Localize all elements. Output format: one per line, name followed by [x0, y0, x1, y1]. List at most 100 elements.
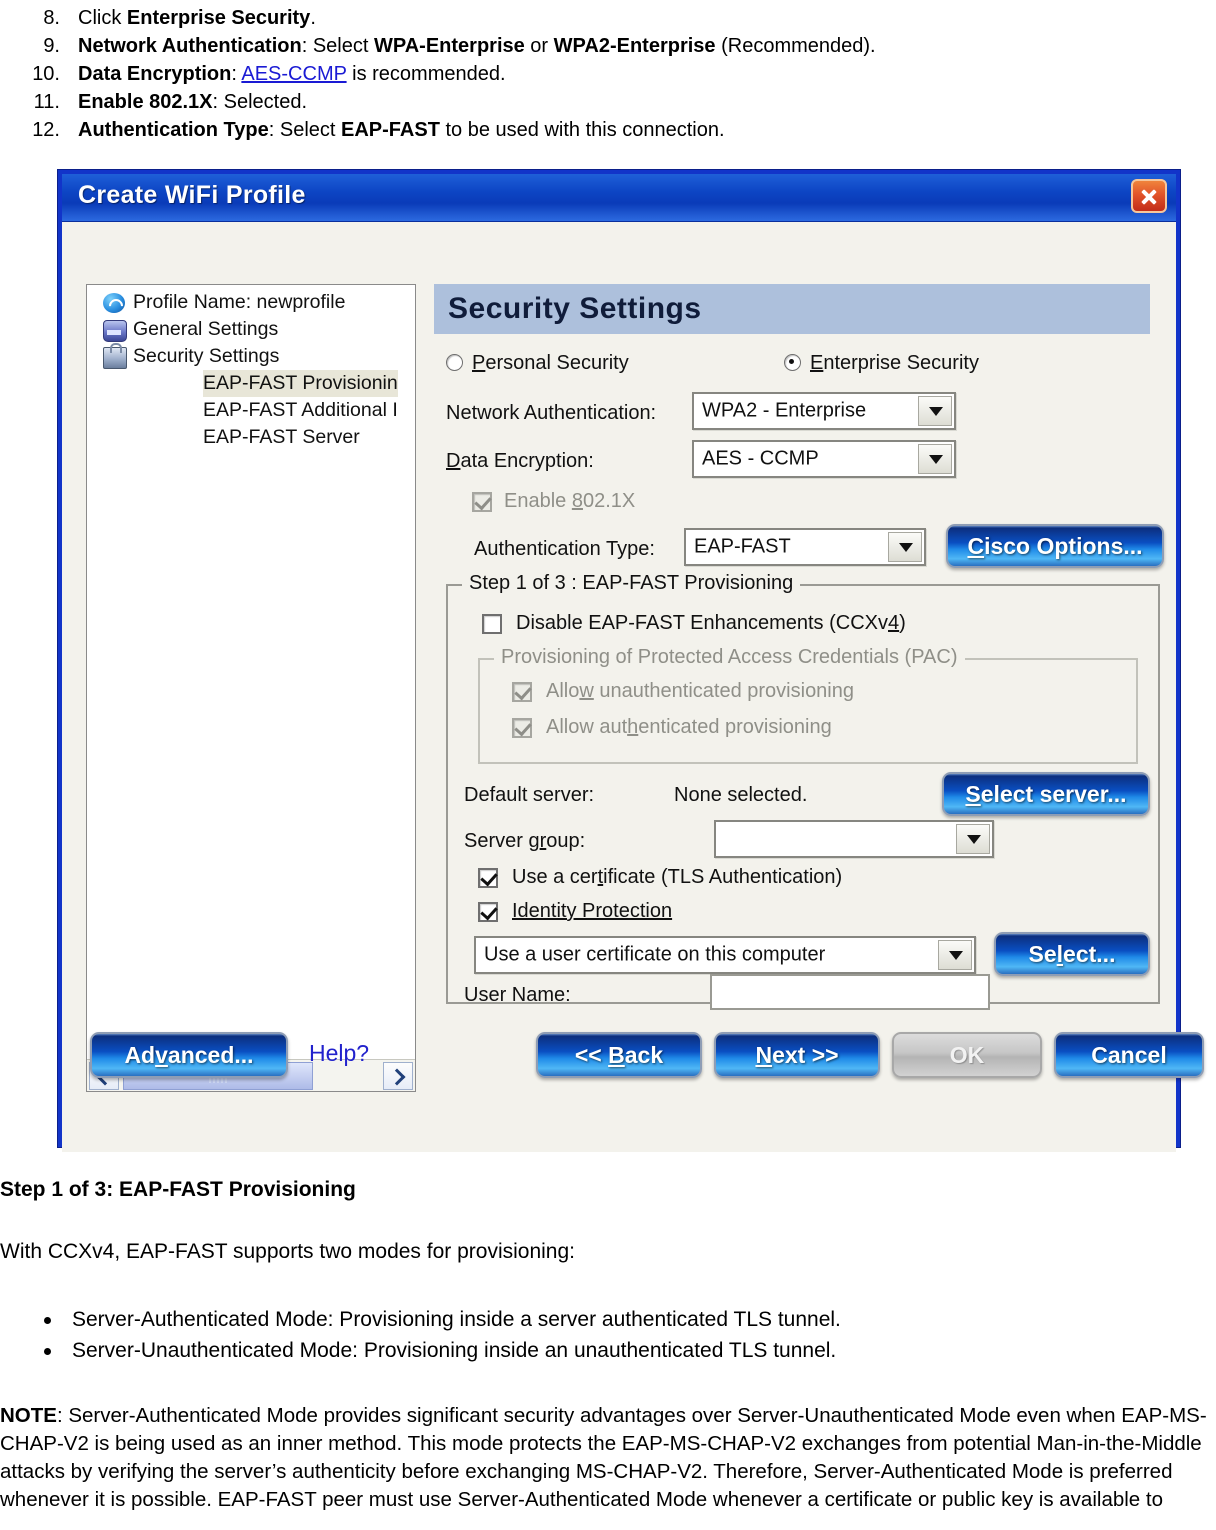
pac-provisioning-title: Provisioning of Protected Access Credent…: [494, 646, 965, 669]
select-server-label: Select server...: [965, 780, 1127, 807]
user-name-input[interactable]: [710, 974, 990, 1010]
instruction-bold-text: WPA2-Enterprise: [553, 35, 716, 57]
server-group-label: Server group:: [464, 830, 586, 852]
radio-indicator: [446, 354, 463, 371]
instruction-number: 10.: [32, 63, 60, 85]
section-heading: Step 1 of 3: EAP-FAST Provisioning: [0, 1178, 356, 1201]
tree-item-label: Security Settings: [133, 345, 280, 367]
chevron-down-icon[interactable]: [938, 940, 972, 970]
instruction-text: Click: [78, 7, 127, 29]
step-provisioning-title: Step 1 of 3 : EAP-FAST Provisioning: [462, 572, 801, 595]
instruction-bold-text: Data Encryption: [78, 63, 232, 85]
cisco-options-label: Cisco Options...: [967, 532, 1143, 559]
help-link[interactable]: Help?: [309, 1040, 369, 1067]
chevron-down-icon[interactable]: [956, 824, 990, 854]
select-server-button[interactable]: Select server...: [942, 772, 1150, 816]
list-item: Server-Authenticated Mode: Provisioning …: [0, 1304, 1216, 1335]
select-certificate-button[interactable]: Select...: [994, 932, 1150, 976]
instruction-text: or: [524, 35, 554, 57]
chevron-down-icon[interactable]: [888, 532, 922, 562]
instruction-bold-text: Enable 802.1X: [78, 91, 213, 113]
radio-indicator: [784, 354, 801, 371]
post-dialog-content: Step 1 of 3: EAP-FAST Provisioning With …: [0, 1178, 1216, 1514]
security-settings-pane: Security Settings Personal Security Ente…: [434, 284, 1164, 1010]
back-button[interactable]: << Back: [536, 1032, 702, 1078]
certificate-source-value: Use a user certificate on this computer: [484, 943, 826, 966]
disable-eap-fast-enhancements-checkbox[interactable]: [482, 614, 502, 634]
next-label: Next >>: [755, 1041, 839, 1068]
tree-item-label: EAP-FAST Additional I: [203, 399, 398, 421]
instruction-text: is recommended.: [346, 63, 506, 85]
default-server-value: None selected.: [674, 784, 808, 806]
tree-item-label: EAP-FAST Server: [203, 426, 360, 448]
step-provisioning-group: Step 1 of 3 : EAP-FAST Provisioning Disa…: [446, 572, 1160, 1010]
dialog-body: Profile Name: newprofile General Settings…: [62, 222, 1204, 1152]
security-mode-group: Personal Security Enterprise Security: [446, 352, 1146, 382]
instruction-bold-text: WPA-Enterprise: [373, 35, 525, 57]
chevron-down-icon[interactable]: [918, 396, 952, 426]
network-authentication-combobox[interactable]: WPA2 - Enterprise: [692, 392, 956, 430]
close-icon[interactable]: [1131, 179, 1167, 213]
radio-personal-security[interactable]: Personal Security: [446, 352, 629, 375]
instruction-text: : Selected.: [212, 91, 308, 113]
instruction-text: .: [310, 7, 316, 29]
chevron-down-icon[interactable]: [918, 444, 952, 474]
tree-item-label: Profile Name: newprofile: [133, 291, 346, 313]
tree-item[interactable]: General Settings: [87, 316, 415, 343]
instruction-bold-text: EAP-FAST: [341, 119, 440, 141]
instruction-text: : Select: [301, 35, 374, 57]
radio-personal-label: ersonal Security: [485, 352, 629, 374]
cisco-options-button[interactable]: Cisco Options...: [946, 524, 1164, 568]
instruction-number: 8.: [43, 7, 60, 29]
default-server-label: Default server:: [464, 784, 595, 806]
instruction-bold-text: Authentication Type: [78, 119, 269, 141]
ok-button: OK: [892, 1032, 1042, 1078]
tree-item[interactable]: EAP-FAST Provisionin: [87, 370, 415, 397]
scroll-right-arrow-icon[interactable]: [383, 1062, 413, 1090]
tree-item[interactable]: Profile Name: newprofile: [87, 289, 415, 316]
allow-unauthenticated-provisioning-checkbox[interactable]: [512, 682, 532, 702]
authentication-type-label: Authentication Type:: [474, 538, 655, 560]
tree-item[interactable]: EAP-FAST Server: [87, 424, 415, 451]
data-encryption-combobox[interactable]: AES - CCMP: [692, 440, 956, 478]
tree-item[interactable]: EAP-FAST Additional I: [87, 397, 415, 424]
advanced-button[interactable]: Advanced...: [90, 1032, 288, 1078]
use-certificate-checkbox[interactable]: [478, 868, 498, 888]
instruction-text: to be used with this connection.: [439, 119, 725, 141]
allow-authenticated-provisioning-checkbox[interactable]: [512, 718, 532, 738]
radio-enterprise-label: nterprise Security: [823, 352, 979, 374]
profile-tree-panel: Profile Name: newprofile General Settings…: [86, 284, 416, 1092]
tree-item[interactable]: Security Settings: [87, 343, 415, 370]
list-item: Server-Unauthenticated Mode: Provisionin…: [0, 1335, 1216, 1366]
page-title: Security Settings: [434, 284, 1150, 334]
next-button[interactable]: Next >>: [714, 1032, 880, 1078]
instruction-number: 12.: [32, 119, 60, 141]
radio-enterprise-security[interactable]: Enterprise Security: [784, 352, 979, 375]
enable-8021x-checkbox[interactable]: [472, 492, 492, 512]
instruction-text: (Recommended).: [715, 35, 876, 57]
data-encryption-label: Data Encryption:: [446, 450, 594, 472]
instruction-item: 10. Data Encryption: AES-CCMP is recommen…: [0, 60, 1216, 88]
data-encryption-value: AES - CCMP: [702, 447, 819, 470]
wifi-icon: [103, 293, 125, 313]
authentication-type-combobox[interactable]: EAP-FAST: [684, 528, 926, 566]
instruction-list: 8. Click Enterprise Security. 9. Network Au…: [0, 4, 1216, 144]
cancel-button[interactable]: Cancel: [1054, 1032, 1204, 1078]
use-certificate-label: Use a certificate (TLS Authentication): [512, 866, 843, 888]
identity-protection-label: Identity Protection: [512, 900, 673, 922]
back-label: << Back: [574, 1041, 664, 1068]
network-authentication-value: WPA2 - Enterprise: [702, 399, 867, 422]
enable-8021x-label: Enable 802.1X: [504, 490, 636, 512]
advanced-label: Advanced...: [124, 1041, 254, 1068]
certificate-source-combobox[interactable]: Use a user certificate on this computer: [474, 936, 976, 974]
pac-provisioning-group: Provisioning of Protected Access Credent…: [478, 646, 1138, 764]
identity-protection-checkbox[interactable]: [478, 902, 498, 922]
instruction-text: :: [231, 63, 242, 85]
aes-ccmp-link[interactable]: AES-CCMP: [241, 63, 346, 85]
gear-icon: [103, 320, 127, 342]
profile-tree[interactable]: Profile Name: newprofile General Settings…: [87, 289, 415, 451]
server-group-combobox[interactable]: [714, 820, 994, 858]
disable-eap-fast-enhancements-label: Disable EAP-FAST Enhancements (CCXv4): [516, 612, 906, 634]
instruction-item: 12. Authentication Type: Select EAP-FAST …: [0, 116, 1216, 144]
user-name-label: User Name:: [464, 984, 571, 1006]
